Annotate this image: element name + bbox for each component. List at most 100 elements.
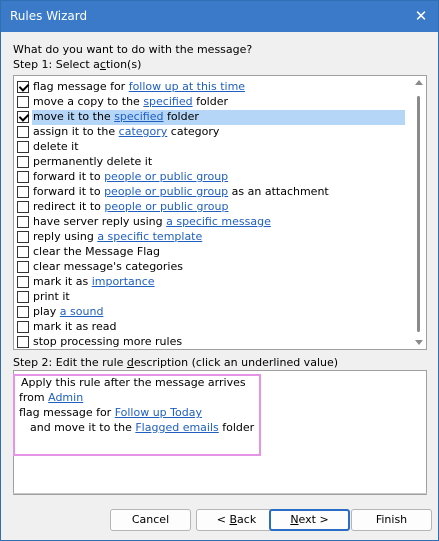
action-text: stop processing more rules [33, 335, 183, 348]
action-checkbox[interactable] [17, 126, 29, 138]
action-checkbox[interactable] [17, 216, 29, 228]
action-checkbox[interactable] [17, 96, 29, 108]
action-item[interactable]: delete it [15, 140, 405, 155]
action-checkbox[interactable] [17, 81, 29, 93]
finish-button[interactable]: Finish [351, 509, 432, 531]
action-text: reply using [33, 230, 98, 243]
action-label: play a sound [32, 305, 405, 320]
scroll-thumb[interactable] [417, 96, 420, 332]
action-text-suffix: as an attachment [228, 185, 329, 198]
close-icon[interactable]: ✕ [412, 7, 430, 25]
action-value-link[interactable]: category [119, 125, 168, 138]
action-text: delete it [33, 140, 79, 153]
action-checkbox[interactable] [17, 291, 29, 303]
action-item[interactable]: mark it as read [15, 320, 405, 335]
step2-label: Step 2: Edit the rule description (click… [13, 356, 338, 369]
action-checkbox[interactable] [17, 321, 29, 333]
actions-list[interactable]: flag message for follow up at this time m… [13, 75, 427, 350]
action-checkbox[interactable] [17, 156, 29, 168]
action-item[interactable]: move it to the specified folder [15, 110, 405, 125]
description-line-move: and move it to the Flagged emails folder [23, 421, 254, 435]
action-checkbox[interactable] [17, 171, 29, 183]
action-value-link[interactable]: people or public group [104, 170, 228, 183]
action-text-suffix: folder [192, 95, 229, 108]
action-item[interactable]: forward it to people or public group as … [15, 185, 405, 200]
action-item[interactable]: forward it to people or public group [15, 170, 405, 185]
action-value-link[interactable]: people or public group [104, 200, 228, 213]
description-line-flag: flag message for Follow up Today [19, 406, 202, 420]
action-label: redirect it to people or public group [32, 200, 405, 215]
action-item[interactable]: assign it to the category category [15, 125, 405, 140]
action-item[interactable]: reply using a specific template [15, 230, 405, 245]
dialog-body: What do you want to do with the message?… [1, 32, 438, 540]
action-checkbox[interactable] [17, 201, 29, 213]
action-value-link[interactable]: a specific message [166, 215, 271, 228]
action-checkbox[interactable] [17, 141, 29, 153]
action-label: forward it to people or public group as … [32, 185, 405, 200]
back-suffix: ack [237, 513, 257, 526]
action-item[interactable]: play a sound [15, 305, 405, 320]
scroll-up-arrow-icon[interactable] [415, 80, 423, 85]
action-item[interactable]: flag message for follow up at this time [15, 80, 405, 95]
back-button[interactable]: < Back [196, 509, 277, 531]
description-line-apply: Apply this rule after the message arrive… [21, 376, 246, 389]
action-checkbox[interactable] [17, 276, 29, 288]
action-value-link[interactable]: importance [92, 275, 155, 288]
action-item[interactable]: mark it as importance [15, 275, 405, 290]
title-bar[interactable]: Rules Wizard ✕ [1, 1, 438, 32]
back-accesskey: B [229, 513, 238, 526]
action-label: flag message for follow up at this time [32, 80, 405, 95]
scroll-down-arrow-icon[interactable] [415, 340, 423, 345]
action-label: delete it [32, 140, 405, 155]
action-checkbox[interactable] [17, 261, 29, 273]
actions-scrollbar[interactable] [412, 76, 426, 349]
action-text: assign it to the [33, 125, 119, 138]
action-label: forward it to people or public group [32, 170, 405, 185]
next-accesskey: N [290, 513, 299, 526]
action-item[interactable]: clear the Message Flag [15, 245, 405, 260]
action-item[interactable]: redirect it to people or public group [15, 200, 405, 215]
action-value-link[interactable]: a sound [60, 305, 104, 318]
action-value-link[interactable]: a specific template [97, 230, 202, 243]
move-suffix: folder [218, 421, 255, 434]
action-value-link[interactable]: follow up at this time [129, 80, 245, 93]
action-label: permanently delete it [32, 155, 405, 170]
description-line-from: from Admin [19, 391, 83, 405]
action-item[interactable]: have server reply using a specific messa… [15, 215, 405, 230]
action-item[interactable]: print it [15, 290, 405, 305]
sender-link[interactable]: Admin [48, 391, 83, 404]
action-label: have server reply using a specific messa… [32, 215, 405, 230]
rule-description-box: Apply this rule after the message arrive… [13, 370, 427, 495]
action-item[interactable]: permanently delete it [15, 155, 405, 170]
action-label: mark it as importance [32, 275, 405, 290]
action-checkbox[interactable] [17, 231, 29, 243]
target-folder-link[interactable]: Flagged emails [135, 421, 218, 434]
action-value-link[interactable]: people or public group [104, 185, 228, 198]
action-checkbox[interactable] [17, 246, 29, 258]
action-item[interactable]: move a copy to the specified folder [15, 95, 405, 110]
flag-followup-link[interactable]: Follow up Today [115, 406, 202, 419]
action-item[interactable]: stop processing more rules [15, 335, 405, 349]
step1-suffix: tion(s) [105, 58, 142, 71]
next-button[interactable]: Next > [269, 509, 350, 531]
action-checkbox[interactable] [17, 186, 29, 198]
action-text: play [33, 305, 60, 318]
action-value-link[interactable]: specified [114, 110, 163, 123]
prompt-label: What do you want to do with the message? [13, 43, 253, 56]
action-label: stop processing more rules [32, 335, 405, 349]
action-text: clear the Message Flag [33, 245, 160, 258]
back-prefix: < [216, 513, 230, 526]
action-text: mark it as [33, 275, 92, 288]
action-item[interactable]: clear message's categories [15, 260, 405, 275]
cancel-button[interactable]: Cancel [110, 509, 191, 531]
step2-suffix: escription (click an underlined value) [133, 356, 339, 369]
step2-accesskey: d [126, 356, 134, 369]
action-value-link[interactable]: specified [143, 95, 192, 108]
flag-prefix: flag message for [19, 406, 115, 419]
from-prefix: from [19, 391, 49, 404]
action-checkbox[interactable] [17, 336, 29, 348]
action-checkbox[interactable] [17, 111, 29, 123]
action-checkbox[interactable] [17, 306, 29, 318]
action-text: have server reply using [33, 215, 167, 228]
action-text-suffix: category [167, 125, 220, 138]
